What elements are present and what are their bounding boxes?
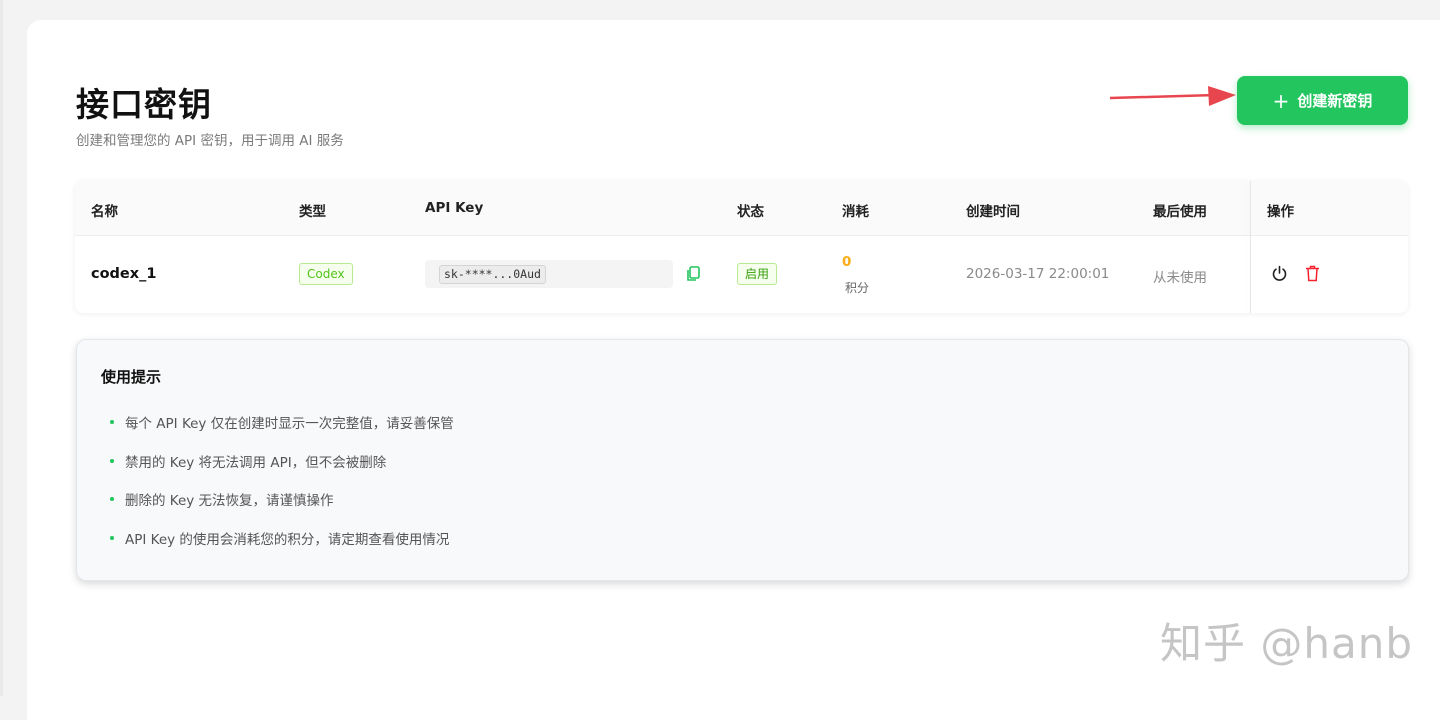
tip-text: 禁用的 Key 将无法调用 API，但不会被删除 — [125, 454, 387, 471]
page-title: 接口密钥 — [76, 85, 212, 124]
trash-icon[interactable] — [1305, 265, 1320, 282]
column-header-created: 创建时间 — [966, 204, 1020, 220]
annotation-arrow — [1109, 86, 1236, 106]
column-header-type: 类型 — [299, 204, 326, 220]
usage-unit: 积分 — [845, 281, 870, 295]
tip-item: 禁用的 Key 将无法调用 API，但不会被删除 — [107, 451, 454, 490]
copy-icon[interactable] — [686, 266, 700, 282]
left-edge — [0, 0, 3, 696]
api-key-value: sk-****...0Aud — [439, 265, 546, 284]
bullet-icon — [110, 420, 114, 424]
column-header-actions: 操作 — [1267, 204, 1294, 220]
tips-title: 使用提示 — [101, 368, 162, 386]
usage-value: 0 — [842, 254, 852, 270]
key-name: codex_1 — [91, 266, 157, 282]
table-header: 名称 类型 API Key 状态 消耗 创建时间 最后使用 操作 — [75, 181, 1408, 236]
tip-item: 每个 API Key 仅在创建时显示一次完整值，请妥善保管 — [107, 412, 454, 451]
tip-item: 删除的 Key 无法恢复，请谨慎操作 — [107, 489, 454, 528]
create-key-label: 创建新密钥 — [1297, 92, 1373, 110]
actions-column-divider — [1250, 181, 1251, 313]
bullet-icon — [110, 458, 114, 463]
power-icon[interactable] — [1271, 265, 1288, 282]
tip-item: API Key 的使用会消耗您的积分，请定期查看使用情况 — [107, 528, 454, 567]
last-used: 从未使用 — [1153, 270, 1207, 286]
column-header-name: 名称 — [91, 204, 118, 220]
bullet-icon — [110, 497, 114, 501]
usage-tips-card: 使用提示 每个 API Key 仅在创建时显示一次完整值，请妥善保管 禁用的 K… — [76, 339, 1409, 581]
column-header-api-key: API Key — [425, 200, 484, 216]
page-subtitle: 创建和管理您的 API 密钥，用于调用 AI 服务 — [76, 133, 344, 149]
column-header-last-used: 最后使用 — [1153, 204, 1207, 220]
create-key-button[interactable]: + 创建新密钥 — [1237, 76, 1408, 125]
type-tag: Codex — [299, 263, 353, 285]
api-key-field: sk-****...0Aud — [425, 260, 673, 288]
tip-text: 每个 API Key 仅在创建时显示一次完整值，请妥善保管 — [125, 416, 454, 432]
tip-text: 删除的 Key 无法恢复，请谨慎操作 — [125, 493, 334, 509]
column-header-usage: 消耗 — [842, 204, 869, 220]
plus-icon: + — [1272, 88, 1290, 113]
created-at: 2026-03-17 22:00:01 — [966, 266, 1110, 282]
bullet-icon — [110, 535, 114, 540]
watermark: 知乎 @hanb — [1160, 619, 1413, 668]
api-key-table: 名称 类型 API Key 状态 消耗 创建时间 最后使用 操作 codex_1… — [75, 181, 1408, 313]
tip-text: API Key 的使用会消耗您的积分，请定期查看使用情况 — [125, 531, 450, 548]
tips-list: 每个 API Key 仅在创建时显示一次完整值，请妥善保管 禁用的 Key 将无… — [107, 412, 454, 566]
column-header-status: 状态 — [737, 204, 764, 220]
status-badge: 启用 — [737, 263, 778, 285]
